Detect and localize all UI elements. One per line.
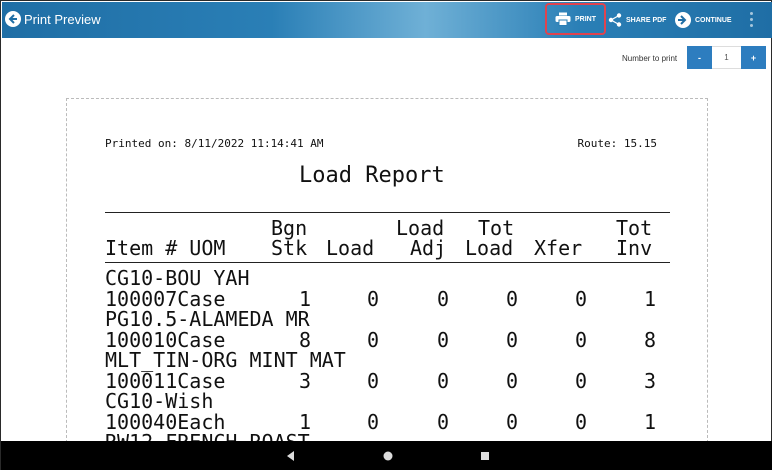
item-adj: 0 xyxy=(437,328,450,352)
item-tot-load: 0 xyxy=(506,328,519,352)
header-item-uom: Item # UOM xyxy=(105,236,226,260)
item-load: 0 xyxy=(367,328,380,352)
item-name: CG10-BOU YAH xyxy=(105,266,250,290)
forward-arrow-icon xyxy=(675,12,691,28)
header-tot-top: Tot xyxy=(478,216,515,240)
header-load-top: Load xyxy=(396,216,445,240)
header-load: Load xyxy=(326,236,375,260)
share-pdf-button[interactable]: SHARE PDF xyxy=(608,2,666,38)
item-tot-inv: 8 xyxy=(644,328,657,352)
item-bgn: 1 xyxy=(299,410,312,434)
item-name: CG10-Wish xyxy=(105,389,214,413)
item-tot-load: 0 xyxy=(506,287,519,311)
header-bgn: Bgn xyxy=(271,216,308,240)
nav-home-icon[interactable] xyxy=(381,449,395,463)
item-xfer: 0 xyxy=(575,410,588,434)
item-bgn: 8 xyxy=(299,328,312,352)
number-to-print-label: Number to print xyxy=(622,54,678,63)
app-bar: Print Preview PRINT SHARE PDF CONTINUE xyxy=(2,2,772,38)
item-code-uom: 100010Case xyxy=(105,328,226,352)
item-xfer: 0 xyxy=(575,369,588,393)
system-nav-bar xyxy=(1,441,772,470)
item-code-uom: 100007Case xyxy=(105,287,226,311)
continue-button[interactable]: CONTINUE xyxy=(675,2,732,38)
back-arrow-icon[interactable] xyxy=(5,11,21,27)
print-button[interactable]: PRINT xyxy=(545,3,606,35)
header-tot-load: Load xyxy=(465,236,514,260)
header-bottom-rule xyxy=(105,262,670,263)
nav-recents-icon[interactable] xyxy=(479,449,491,463)
page-title: Print Preview xyxy=(24,12,101,27)
item-bgn: 1 xyxy=(299,287,312,311)
item-adj: 0 xyxy=(437,369,450,393)
item-tot-inv: 1 xyxy=(644,287,657,311)
route-text: Route: 15.15 xyxy=(577,137,657,150)
header-stk: Stk xyxy=(271,236,308,260)
header-inv: Inv xyxy=(616,236,653,260)
item-adj: 0 xyxy=(437,287,450,311)
item-load: 0 xyxy=(367,369,380,393)
item-tot-inv: 3 xyxy=(644,369,657,393)
nav-back-icon[interactable] xyxy=(284,449,296,463)
header-top-rule xyxy=(105,212,670,213)
item-name: PG10.5-ALAMEDA MR xyxy=(105,307,310,331)
item-code-uom: 100011Case xyxy=(105,369,226,393)
continue-label: CONTINUE xyxy=(695,16,732,24)
item-tot-inv: 1 xyxy=(644,410,657,434)
print-preview-page: Printed on: 8/11/2022 11:14:41 AM Route:… xyxy=(66,98,708,443)
header-adj: Adj xyxy=(410,236,447,260)
more-vert-icon[interactable] xyxy=(750,12,754,27)
item-tot-load: 0 xyxy=(506,410,519,434)
item-load: 0 xyxy=(367,287,380,311)
item-xfer: 0 xyxy=(575,328,588,352)
item-name: MLT_TIN-ORG MINT MAT xyxy=(105,348,346,372)
number-to-print-input[interactable]: 1 xyxy=(712,46,741,69)
report-title: Load Report xyxy=(299,163,445,188)
increment-button[interactable]: + xyxy=(741,46,766,69)
printer-icon xyxy=(555,12,571,26)
item-code-uom: 100040Each xyxy=(105,410,226,434)
printed-on-text: Printed on: 8/11/2022 11:14:41 AM xyxy=(105,137,324,150)
header-xfer: Xfer xyxy=(534,236,583,260)
app-frame: Print Preview PRINT SHARE PDF CONTINUE N… xyxy=(0,0,772,470)
item-load: 0 xyxy=(367,410,380,434)
item-bgn: 3 xyxy=(299,369,312,393)
print-label: PRINT xyxy=(575,15,596,23)
share-label: SHARE PDF xyxy=(626,16,667,24)
item-xfer: 0 xyxy=(575,287,588,311)
share-icon xyxy=(608,13,622,27)
item-tot-load: 0 xyxy=(506,369,519,393)
item-adj: 0 xyxy=(437,410,450,434)
decrement-button[interactable]: - xyxy=(687,46,712,69)
header-tot-inv-top: Tot xyxy=(616,216,653,240)
